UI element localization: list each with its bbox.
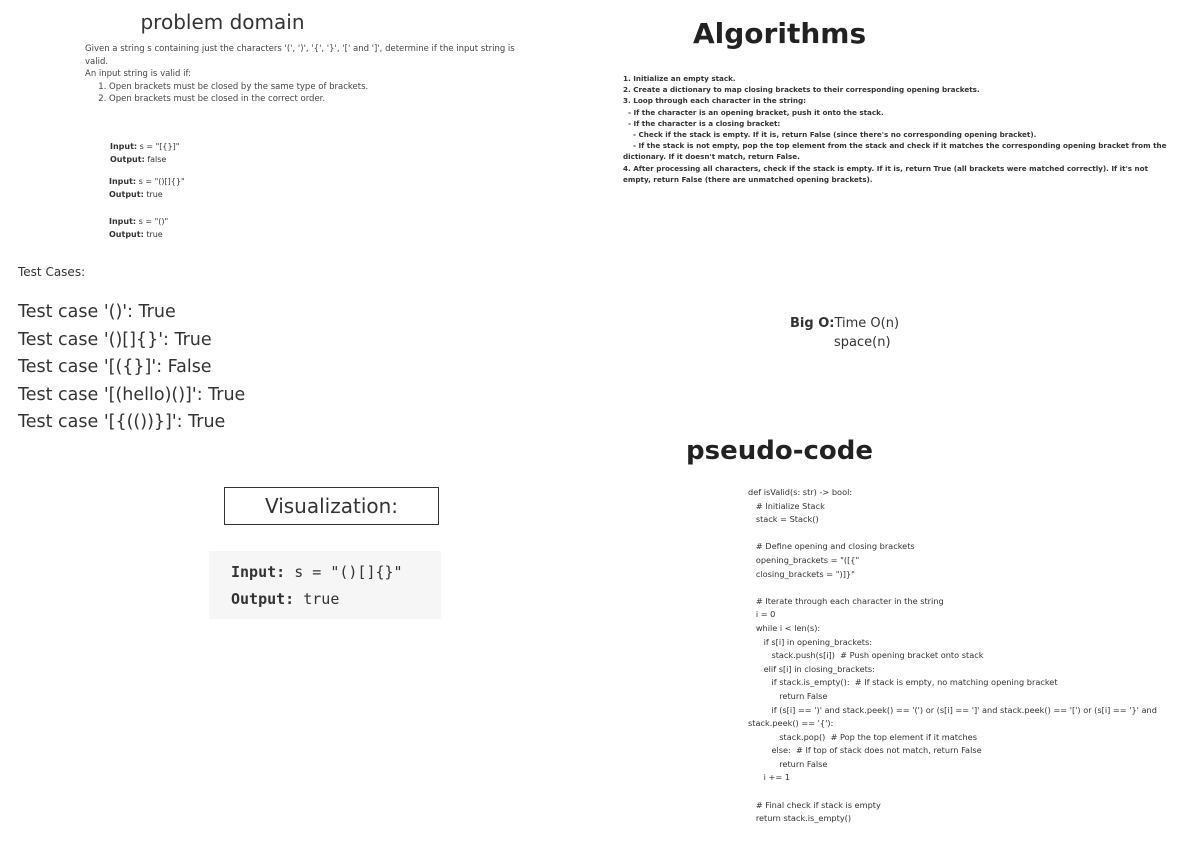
code-line: if s[i] in opening_brackets: bbox=[748, 636, 872, 647]
code-line: while i < len(s): bbox=[748, 622, 821, 633]
code-line: stack.push(s[i]) # Push opening bracket … bbox=[748, 650, 984, 661]
code-line: opening_brackets = "([{" bbox=[748, 554, 860, 565]
code-line: return False bbox=[748, 690, 828, 701]
example-input-label: Input: bbox=[109, 217, 137, 226]
test-case-item: Test case '[{(())}]': True bbox=[18, 412, 226, 432]
viz-input-value: s = "()[]{}" bbox=[285, 563, 403, 581]
algorithm-step: 2. Create a dictionary to map closing br… bbox=[623, 85, 980, 95]
visualization-heading: Visualization: bbox=[264, 494, 399, 518]
example-output-value: false bbox=[147, 154, 167, 164]
algorithms-title: Algorithms bbox=[693, 17, 867, 50]
example-input-value: s = "()[]{}" bbox=[138, 177, 185, 186]
algorithm-step: 1. Initialize an empty stack. bbox=[623, 74, 736, 83]
example-output-label: Output: bbox=[110, 154, 145, 164]
visualization-code-snippet: Input: s = "()[]{}" Output: true bbox=[209, 551, 441, 619]
code-line: elif s[i] in closing_brackets: bbox=[748, 663, 875, 674]
visualization-heading-box: Visualization: bbox=[224, 487, 439, 525]
big-o-space: space(n) bbox=[834, 335, 891, 350]
problem-statement: Given a string s containing just the cha… bbox=[85, 44, 515, 67]
pseudo-code-block: def isValid(s: str) -> bool: # Initializ… bbox=[748, 486, 1178, 826]
code-line: stack = Stack() bbox=[748, 514, 819, 525]
code-line: # Iterate through each character in the … bbox=[748, 595, 944, 606]
code-line: if stack.is_empty(): # If stack is empty… bbox=[748, 677, 1058, 688]
example-output-label: Output: bbox=[109, 229, 144, 239]
test-cases-heading: Test Cases: bbox=[18, 265, 86, 279]
code-line: # Final check if stack is empty bbox=[748, 799, 881, 810]
code-line: i += 1 bbox=[748, 772, 791, 783]
code-line: stack.pop() # Pop the top element if it … bbox=[748, 731, 977, 742]
code-line: if (s[i] == ')' and stack.peek() == '(')… bbox=[748, 704, 1160, 729]
validity-intro: An input string is valid if: bbox=[85, 69, 192, 79]
code-line: else: # If top of stack does not match, … bbox=[748, 745, 982, 756]
example-output-value: true bbox=[146, 229, 163, 239]
pseudo-code-title: pseudo-code bbox=[686, 436, 874, 466]
test-case-item: Test case '()[]{}': True bbox=[18, 329, 212, 350]
code-line: return stack.is_empty() bbox=[748, 813, 852, 824]
code-line: # Define opening and closing brackets bbox=[748, 541, 915, 552]
algorithm-step: - If the stack is not empty, pop the top… bbox=[623, 141, 1170, 162]
algorithm-step: 4. After processing all characters, chec… bbox=[623, 163, 1151, 184]
example-input-value: s = "[{}]" bbox=[139, 142, 180, 151]
validity-rule: Open brackets must be closed in the corr… bbox=[109, 93, 535, 106]
code-line: i = 0 bbox=[748, 609, 776, 620]
example-block: Input: s = "[{}]" Output: false bbox=[110, 141, 179, 166]
code-line: # Initialize Stack bbox=[748, 500, 825, 511]
code-line: return False bbox=[748, 758, 828, 769]
example-output-value: true bbox=[146, 189, 163, 199]
code-line: closing_brackets = ")]}" bbox=[748, 568, 855, 579]
big-o-label: Big O: bbox=[790, 316, 835, 331]
example-output-label: Output: bbox=[109, 189, 144, 199]
big-o: Big O:Time O(n) bbox=[790, 314, 899, 334]
algorithm-step: - Check if the stack is empty. If it is,… bbox=[623, 130, 1037, 140]
algorithm-steps: 1. Initialize an empty stack. 2. Create … bbox=[623, 73, 1173, 185]
test-cases-list: Test case '()': True Test case '()[]{}':… bbox=[18, 299, 245, 437]
algorithm-step: 3. Loop through each character in the st… bbox=[623, 96, 806, 106]
code-line: def isValid(s: str) -> bool: bbox=[748, 487, 853, 497]
viz-input-label: Input: bbox=[231, 563, 286, 581]
test-case-item: Test case '[(hello)()]': True bbox=[18, 384, 246, 405]
problem-description: Given a string s containing just the cha… bbox=[85, 43, 535, 106]
validity-rules: Open brackets must be closed by the same… bbox=[85, 81, 535, 106]
big-o-time: Time O(n) bbox=[834, 316, 900, 331]
example-input-value: s = "()" bbox=[138, 217, 169, 226]
test-case-item: Test case '[({}]': False bbox=[18, 357, 212, 377]
problem-domain-title: problem domain bbox=[140, 10, 305, 34]
algorithm-step: - If the character is an opening bracket… bbox=[623, 107, 884, 117]
algorithm-step: - If the character is a closing bracket: bbox=[623, 118, 781, 128]
example-input-label: Input: bbox=[109, 177, 137, 186]
viz-output-label: Output: bbox=[231, 590, 295, 608]
example-input-label: Input: bbox=[110, 142, 138, 151]
example-block: Input: s = "()" Output: true bbox=[109, 216, 168, 241]
example-block: Input: s = "()[]{}" Output: true bbox=[109, 176, 185, 201]
test-case-item: Test case '()': True bbox=[18, 302, 176, 322]
validity-rule: Open brackets must be closed by the same… bbox=[109, 81, 535, 94]
viz-output-value: true bbox=[294, 590, 340, 608]
